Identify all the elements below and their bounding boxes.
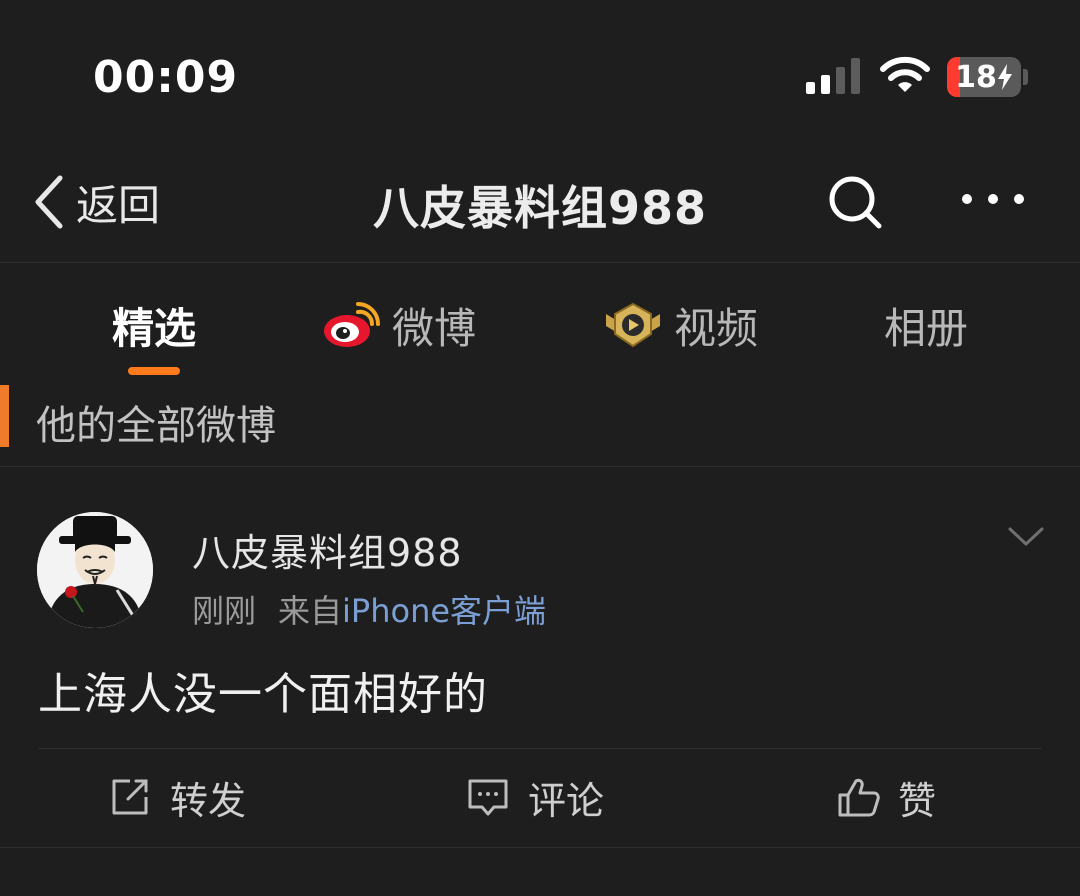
wifi-icon	[880, 56, 930, 92]
masked-figure-avatar-image	[37, 512, 153, 628]
charging-bolt-icon	[997, 64, 1012, 90]
section-header: 他的全部微博	[0, 383, 1080, 467]
tab-weibo[interactable]: 微博	[322, 295, 476, 355]
tab-video[interactable]: 视频	[604, 295, 758, 355]
status-bar: 00:09 18	[0, 0, 1080, 150]
tab-label: 相册	[884, 303, 969, 353]
battery-level: 18	[955, 59, 997, 95]
post-content: 上海人没一个面相好的	[38, 669, 488, 720]
tab-label: 精选	[112, 303, 197, 353]
repost-label: 转发	[170, 778, 247, 823]
section-title: 他的全部微博	[36, 403, 276, 449]
avatar[interactable]	[37, 512, 153, 628]
status-time: 00:09	[93, 52, 239, 103]
comment-button[interactable]: 评论	[466, 768, 604, 826]
section-accent-bar	[0, 385, 9, 447]
tab-label: 微博	[392, 303, 477, 353]
tab-albums[interactable]: 相册	[884, 295, 968, 355]
post-source-link[interactable]: iPhone客户端	[342, 586, 546, 632]
tab-label: 视频	[674, 303, 759, 353]
share-icon	[112, 779, 148, 815]
tab-featured[interactable]: 精选	[112, 295, 196, 355]
post-card[interactable]: 八皮暴料组988 刚刚 来自 iPhone客户端 上海人没一个面相好的 转发 评…	[0, 468, 1080, 848]
thumbs-up-icon	[838, 778, 880, 817]
like-label: 赞	[898, 778, 937, 823]
post-source-label: 来自	[278, 592, 343, 630]
repost-button[interactable]: 转发	[108, 768, 246, 826]
comment-icon	[468, 779, 508, 816]
active-tab-indicator	[128, 367, 180, 375]
battery-tip	[1023, 69, 1028, 85]
post-actions: 转发 评论 赞	[0, 750, 1080, 848]
profile-tabs: 精选 微博 视频 相册	[0, 263, 1080, 383]
search-icon[interactable]	[825, 172, 887, 234]
weibo-logo-icon	[324, 302, 380, 347]
page-title: 八皮暴料组988	[372, 181, 708, 235]
post-author-name[interactable]: 八皮暴料组988	[192, 522, 463, 577]
battery-indicator: 18	[947, 57, 1021, 97]
post-divider	[38, 748, 1042, 749]
cellular-signal-icon	[806, 58, 860, 94]
chevron-down-icon[interactable]	[1006, 524, 1046, 550]
navigation-bar: 返回 八皮暴料组988	[0, 150, 1080, 263]
comment-label: 评论	[528, 778, 605, 823]
post-meta: 刚刚 来自 iPhone客户端	[192, 586, 546, 632]
post-time: 刚刚	[192, 592, 257, 630]
like-button[interactable]: 赞	[836, 768, 936, 826]
more-options-icon[interactable]	[958, 184, 1028, 214]
video-badge-icon	[606, 302, 660, 348]
